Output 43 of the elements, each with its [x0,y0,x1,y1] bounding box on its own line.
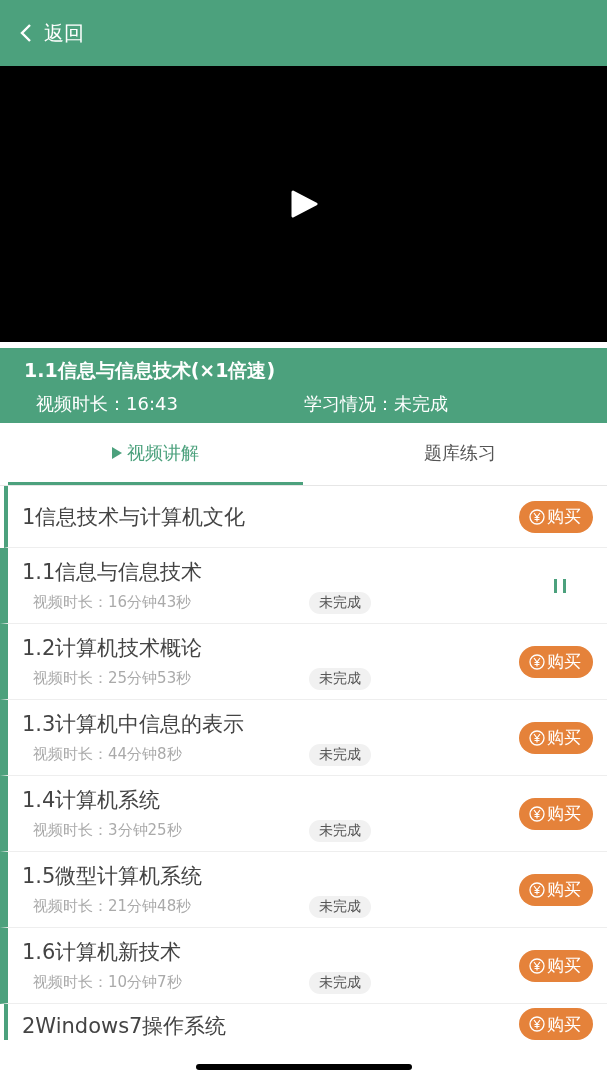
lesson-row[interactable]: 1.5微型计算机系统 视频时长：21分钟48秒 未完成 购买 [0,852,607,928]
yen-icon [529,805,545,822]
yen-icon [529,653,545,670]
tab[interactable]: 题库练习 [312,423,607,485]
lesson-title: 1.1信息与信息技术 [22,558,204,586]
status-tag: 未完成 [309,819,371,842]
status-tag: 未完成 [309,895,371,918]
play-icon [111,445,124,460]
status-tag: 未完成 [309,667,371,690]
video-title: 1.1信息与信息技术(×1倍速) [24,358,277,383]
study-status: 学习情况：未完成 [304,392,448,416]
lesson-title: 1.4计算机系统 [22,786,162,814]
lesson-row[interactable]: 1.2计算机技术概论 视频时长：25分钟53秒 未完成 购买 [0,624,607,700]
chapter-row[interactable]: 1信息技术与计算机文化 购买 [4,486,607,548]
yen-icon [529,881,545,898]
yen-icon [529,1016,545,1032]
chapter-title: 1信息技术与计算机文化 [22,503,246,531]
lesson-row[interactable]: 1.3计算机中信息的表示 视频时长：44分钟8秒 未完成 购买 [0,700,607,776]
status-tag: 未完成 [309,743,371,766]
yen-icon [529,729,545,746]
yen-icon [529,957,545,974]
lesson-duration: 视频时长：25分钟53秒 [33,669,193,688]
pause-icon[interactable] [553,577,567,594]
video-duration: 视频时长：16:43 [36,392,179,416]
lesson-duration: 视频时长：16分钟43秒 [33,593,193,612]
lesson-duration: 视频时长：21分钟48秒 [33,897,193,916]
lesson-row[interactable]: 1.4计算机系统 视频时长：3分钟25秒 未完成 购买 [0,776,607,852]
lesson-title: 1.3计算机中信息的表示 [22,710,246,738]
chapter-title: 2Windows7操作系统 [22,1013,227,1040]
status-tag: 未完成 [309,591,371,614]
lesson-title: 1.2计算机技术概论 [22,634,204,662]
lesson-duration: 视频时长：3分钟25秒 [33,821,183,840]
lesson-row[interactable]: 1.6计算机新技术 视频时长：10分钟7秒 未完成 购买 [0,928,607,1004]
chapter-row[interactable]: 2Windows7操作系统 购买 [4,1004,607,1040]
lesson-title: 1.5微型计算机系统 [22,862,204,890]
back-icon [20,23,32,43]
lesson-duration: 视频时长：44分钟8秒 [33,745,183,764]
lesson-row[interactable]: 1.1信息与信息技术 视频时长：16分钟43秒 未完成 [0,548,607,624]
lesson-title: 1.6计算机新技术 [22,938,183,966]
lesson-duration: 视频时长：10分钟7秒 [33,973,183,992]
yen-icon [529,508,545,525]
play-icon[interactable] [289,189,318,219]
status-tag: 未完成 [309,971,371,994]
